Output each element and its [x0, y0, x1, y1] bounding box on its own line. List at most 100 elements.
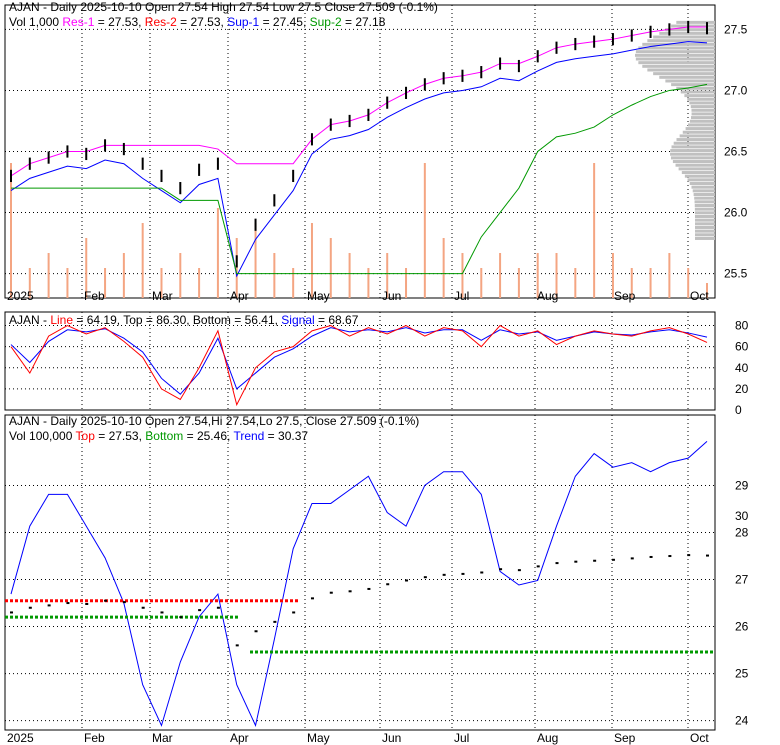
price-bar [273, 620, 277, 623]
price-bar [461, 572, 465, 575]
volume-profile-bar [694, 236, 715, 240]
volume-profile-bar [689, 119, 715, 123]
volume-profile-bar [682, 130, 715, 134]
x-tick-label: Apr [230, 731, 249, 745]
volume-profile-bar [694, 233, 715, 237]
volume-profile-bar [638, 61, 715, 65]
volume-profile-bar [694, 229, 715, 233]
volume-profile-bar [691, 116, 715, 120]
trend-panel: 24 25 26 27 28 29 30 [4, 414, 749, 731]
volume-profile-bar [647, 39, 715, 43]
price-panel: 25.526.026.527.027.52025 Feb Mar Apr May Jun J… [4, 4, 748, 745]
volume-bar [367, 268, 370, 298]
volume-profile-bar [687, 178, 715, 182]
price-bar [611, 558, 615, 561]
volume-bar [310, 223, 313, 298]
volume-profile-bar [676, 86, 715, 90]
volume-bar [574, 268, 577, 298]
volume-bar [329, 238, 332, 298]
volume-profile-bar [692, 189, 715, 193]
volume-profile-bar [685, 127, 715, 131]
volume-bar [273, 253, 276, 298]
volume-profile-bar [693, 193, 715, 197]
volume-bar [517, 268, 520, 298]
volume-profile-bar [673, 141, 715, 145]
y-tick-label: 60 [735, 340, 749, 354]
volume-bar [47, 253, 50, 298]
price-bar [310, 597, 314, 600]
volume-bar [122, 253, 125, 298]
volume-profile-bar [653, 72, 715, 76]
volume-profile-bar [691, 112, 715, 116]
stoch-line [10, 324, 708, 407]
volume-profile-bar [675, 163, 715, 167]
volume-bar [141, 223, 144, 298]
x-tick-label: Sep [614, 289, 636, 303]
trend-line [10, 440, 708, 728]
price-bar [348, 590, 352, 593]
volume-profile-bar [671, 145, 715, 149]
x-tick-label: Jul [454, 731, 469, 745]
price-bar [386, 583, 390, 586]
price-bar [160, 611, 164, 614]
volume-bar [179, 253, 182, 298]
volume-profile-bar [688, 123, 715, 127]
price-bar [574, 560, 578, 563]
price-bar [122, 601, 126, 604]
volume-bar [687, 268, 690, 298]
price-bar [480, 571, 484, 574]
panel2-legend: AJAN - Line = 64.19, Top = 86.30, Bottom… [9, 313, 359, 327]
volume-profile-bar [691, 185, 715, 189]
chart-svg: 25.526.026.527.027.52025 Feb Mar Apr May Jun J… [4, 0, 749, 745]
price-bar [630, 557, 634, 560]
volume-bar [480, 268, 483, 298]
volume-profile-bar [672, 160, 715, 164]
x-tick-label: May [307, 731, 330, 745]
price-bar [47, 604, 51, 607]
y-tick-label: 40 [735, 361, 749, 375]
x-tick-label: 2025 [7, 289, 34, 303]
y-tick-label: 26.5 [724, 145, 748, 159]
volume-bar [442, 238, 445, 298]
volume-profile-bar [690, 105, 715, 109]
y-tick-label: 25 [735, 667, 749, 681]
volume-bar [649, 268, 652, 298]
volume-bar [216, 208, 219, 298]
res1-line [10, 26, 707, 177]
volume-profile-bar [694, 225, 715, 229]
volume-profile-bar [689, 101, 715, 105]
y-tick-label: 20 [735, 382, 749, 396]
price-bar [235, 644, 239, 647]
volume-bar [423, 163, 426, 298]
x-tick-label: Apr [230, 289, 249, 303]
y-tick-label: 25.5 [724, 267, 748, 281]
x-tick-label: Aug [537, 731, 558, 745]
price-bar [216, 606, 220, 609]
volume-profile-bar [694, 200, 715, 204]
panel3-title: AJAN - Daily 2025-10-10 Open 27.54,Hi 27… [9, 414, 419, 428]
price-bar [329, 591, 333, 594]
volume-profile-bar [665, 79, 715, 83]
price-bar [536, 565, 540, 568]
volume-bar [10, 163, 12, 298]
price-bar [10, 611, 13, 614]
volume-profile-bar [694, 196, 715, 200]
volume-bar [348, 253, 351, 298]
panel1-legend: Vol 1,000 Res-1 = 27.53, Res-2 = 27.53, … [9, 15, 386, 29]
x-tick-label: Jul [454, 289, 469, 303]
y-tick-label: 27.5 [724, 22, 748, 36]
volume-profile-bar [653, 35, 715, 39]
x-tick-label: Jun [382, 731, 401, 745]
panel-frame [4, 4, 716, 299]
price-bar [104, 599, 108, 602]
x-tick-label: Oct [690, 289, 709, 303]
volume-profile-bar [687, 97, 715, 101]
y-tick-label: 80 [735, 319, 749, 333]
volume-profile-bar [694, 203, 715, 207]
volume-profile-bar [676, 20, 715, 24]
volume-profile-bar [678, 167, 715, 171]
y-tick-label: 26 [735, 620, 749, 634]
volume-profile-bar [671, 83, 715, 87]
y-tick-label: 0 [735, 403, 742, 417]
price-bar [687, 554, 691, 557]
